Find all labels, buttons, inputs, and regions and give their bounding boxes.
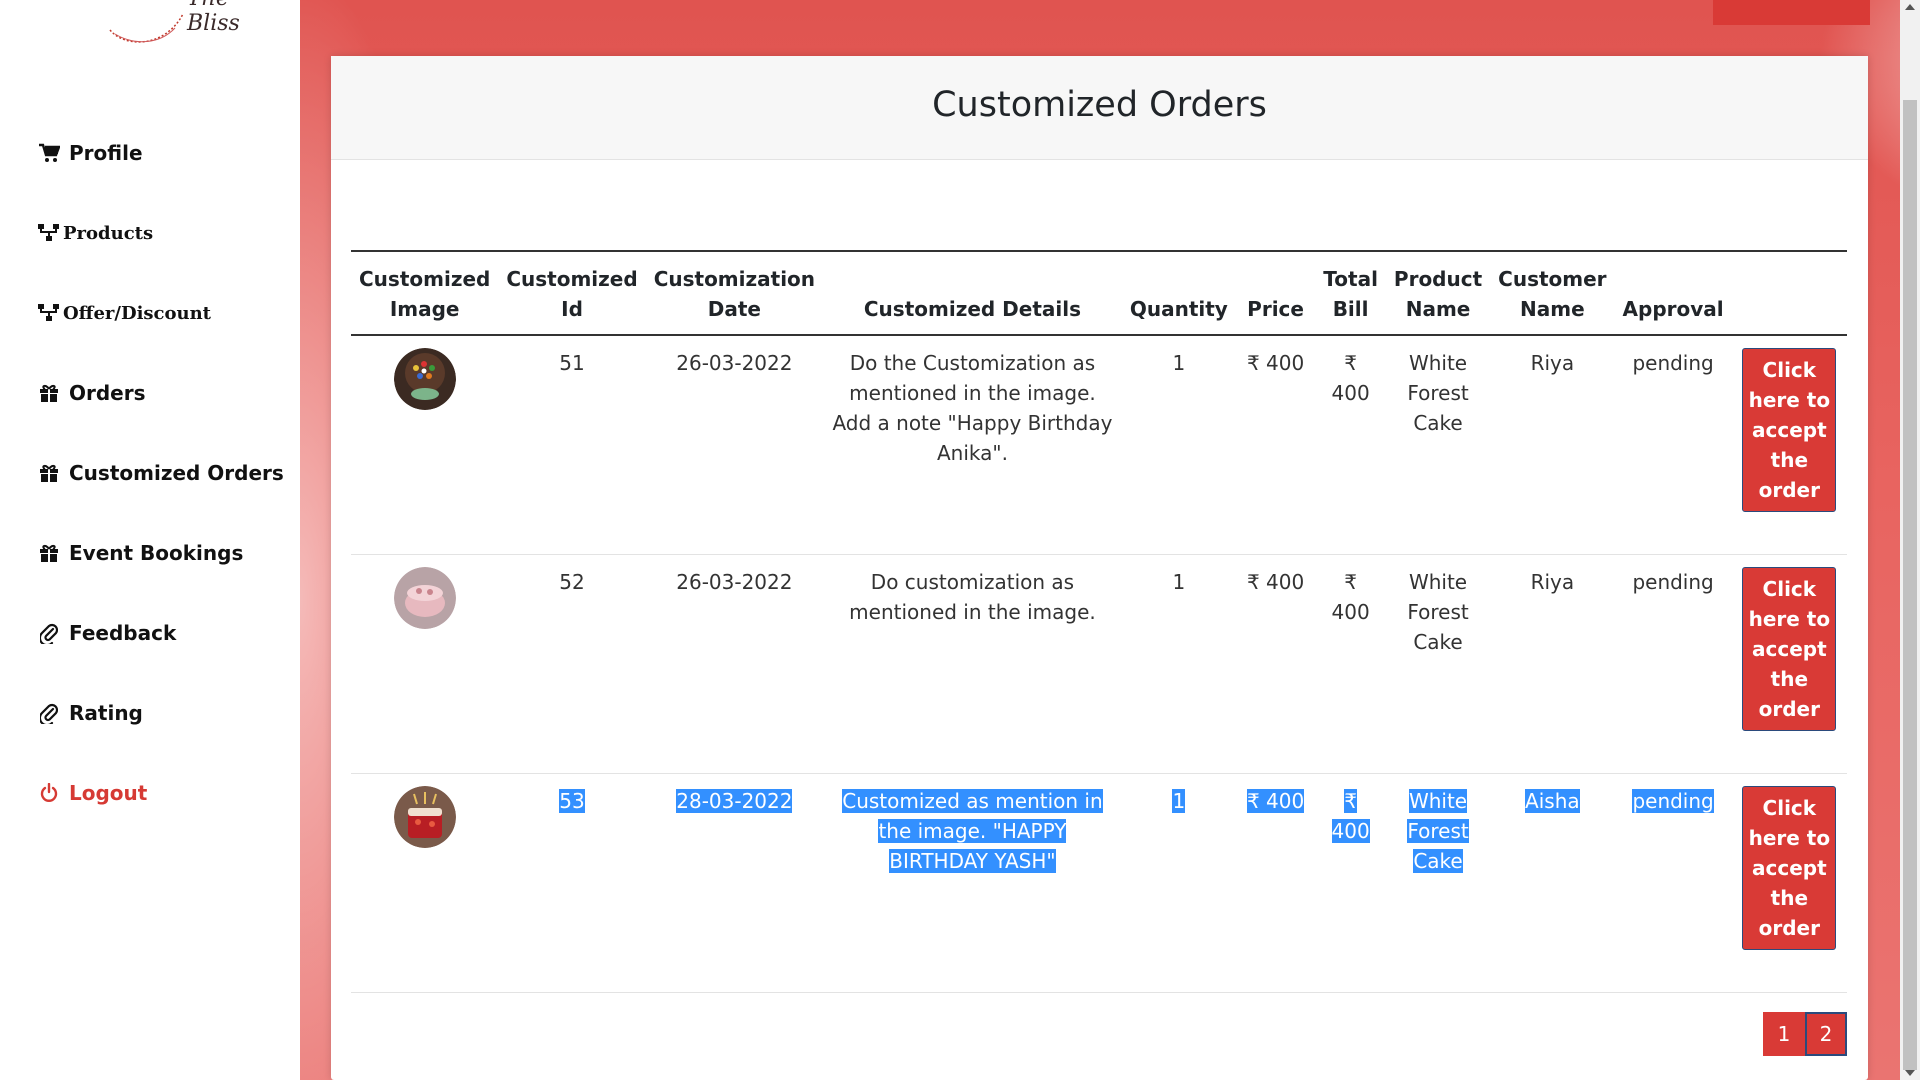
paperclip-icon: [37, 621, 61, 645]
paperclip-icon: [37, 701, 61, 725]
cell-customer: Riya: [1490, 335, 1615, 555]
sitemap-icon: [37, 301, 61, 325]
pagination: 1 2: [1763, 1012, 1847, 1056]
cell-image: [351, 773, 499, 993]
cell-quantity: 1: [1121, 773, 1236, 993]
page-scrollbar[interactable]: [1900, 0, 1920, 1080]
cell-quantity: 1: [1121, 554, 1236, 774]
col-header-id: Customized Id: [498, 250, 646, 336]
sidebar-item-customized-orders[interactable]: Customized Orders: [37, 461, 284, 485]
orders-table: Customized Image Customized Id Customizati…: [351, 250, 1847, 993]
cell-details: Do the Customization as mentioned in the…: [823, 335, 1122, 555]
sidebar-item-label: Feedback: [69, 621, 177, 645]
cell-product: White Forest Cake: [1385, 335, 1491, 555]
cell-total: ₹ 400: [1315, 335, 1386, 555]
cell-approval: pending: [1614, 335, 1732, 555]
sitemap-icon: [37, 221, 61, 245]
sidebar-item-offer-discount[interactable]: Offer/Discount: [37, 301, 211, 325]
gift-icon: [37, 461, 61, 485]
accept-order-button[interactable]: Click here to accept the order: [1742, 348, 1837, 512]
power-icon: [37, 781, 61, 805]
cell-details: Do customization as mentioned in the ima…: [823, 554, 1122, 774]
sidebar-item-label: Event Bookings: [69, 541, 244, 565]
cell-details: Customized as mention in the image. "HAP…: [823, 773, 1122, 993]
cell-id: 51: [498, 335, 646, 555]
sidebar-item-label: Profile: [69, 141, 143, 165]
col-header-image: Customized Image: [351, 250, 499, 336]
cell-action: Click here to accept the order: [1731, 335, 1847, 555]
cell-action: Click here to accept the order: [1731, 554, 1847, 774]
cell-product: White Forest Cake: [1385, 554, 1491, 774]
col-header-date: Customization Date: [645, 250, 824, 336]
table-row: 52 26-03-2022 Do customization as mentio…: [351, 554, 1847, 774]
sidebar-item-label: Orders: [69, 381, 146, 405]
cell-id: 52: [498, 554, 646, 774]
table-row: 51 26-03-2022 Do the Customization as me…: [351, 335, 1847, 555]
col-header-total: Total Bill: [1315, 250, 1386, 336]
col-header-approval: Approval: [1614, 250, 1732, 336]
scroll-up-icon[interactable]: [1905, 4, 1915, 10]
customized-orders-card: Customized Orders Customized Image Custom…: [331, 56, 1868, 1080]
sidebar-item-label: Rating: [69, 701, 143, 725]
cell-total: ₹ 400: [1315, 554, 1386, 774]
cart-icon: [37, 141, 61, 165]
logo-swirl-icon: [109, 13, 184, 43]
gift-icon: [37, 381, 61, 405]
sidebar-item-logout[interactable]: Logout: [37, 781, 147, 805]
cell-image: [351, 335, 499, 555]
accept-order-button[interactable]: Click here to accept the order: [1742, 785, 1837, 950]
scroll-down-icon[interactable]: [1905, 1070, 1915, 1076]
sidebar-item-label: Logout: [69, 781, 148, 805]
cell-approval: pending: [1614, 773, 1732, 993]
page-title: Customized Orders: [932, 84, 1267, 125]
sidebar-item-event-bookings[interactable]: Event Bookings: [37, 541, 243, 565]
sidebar-item-orders[interactable]: Orders: [37, 381, 146, 405]
accept-order-button[interactable]: Click here to accept the order: [1742, 566, 1837, 731]
cell-approval: pending: [1614, 554, 1732, 774]
cell-total: ₹ 400: [1315, 773, 1386, 993]
cell-quantity: 1: [1121, 335, 1236, 555]
cell-product: White Forest Cake: [1385, 773, 1491, 993]
sidebar-item-label: Offer/Discount: [63, 302, 211, 324]
sidebar-item-profile[interactable]: Profile: [37, 141, 143, 165]
page-2-button[interactable]: 2: [1805, 1012, 1847, 1056]
col-header-action: [1731, 250, 1847, 336]
sidebar-item-products[interactable]: Products: [37, 221, 153, 245]
cake-thumbnail[interactable]: [393, 348, 456, 410]
sidebar: The Bliss Profile Products Offer/Discoun…: [0, 0, 300, 1080]
cell-date: 28-03-2022: [645, 773, 824, 993]
col-header-customer: Customer Name: [1490, 250, 1615, 336]
cell-action: Click here to accept the order: [1731, 773, 1847, 993]
cell-price: ₹ 400: [1235, 554, 1316, 774]
col-header-product: Product Name: [1385, 250, 1491, 336]
page-1-button[interactable]: 1: [1763, 1012, 1805, 1056]
cell-date: 26-03-2022: [645, 335, 824, 555]
cell-date: 26-03-2022: [645, 554, 824, 774]
gift-icon: [37, 541, 61, 565]
cake-thumbnail[interactable]: [393, 566, 456, 629]
sidebar-item-rating[interactable]: Rating: [37, 701, 143, 725]
col-header-quantity: Quantity: [1121, 250, 1236, 336]
table-header-row: Customized Image Customized Id Customizati…: [351, 250, 1847, 336]
cell-customer: Aisha: [1490, 773, 1615, 993]
card-header: Customized Orders: [331, 56, 1868, 160]
col-header-price: Price: [1235, 250, 1316, 336]
top-right-button[interactable]: [1713, 0, 1870, 25]
col-header-details: Customized Details: [823, 250, 1122, 336]
sidebar-item-label: Products: [63, 222, 154, 244]
sidebar-item-feedback[interactable]: Feedback: [37, 621, 176, 645]
cell-id: 53: [498, 773, 646, 993]
brand-logo[interactable]: The Bliss: [95, 0, 240, 48]
cell-price: ₹ 400: [1235, 773, 1316, 993]
table-row: 53 28-03-2022 Customized as mention in t…: [351, 773, 1847, 993]
cell-price: ₹ 400: [1235, 335, 1316, 555]
sidebar-item-label: Customized Orders: [69, 461, 284, 485]
cake-thumbnail[interactable]: [393, 785, 456, 848]
scrollbar-thumb[interactable]: [1903, 100, 1917, 1070]
cell-image: [351, 554, 499, 774]
cell-customer: Riya: [1490, 554, 1615, 774]
